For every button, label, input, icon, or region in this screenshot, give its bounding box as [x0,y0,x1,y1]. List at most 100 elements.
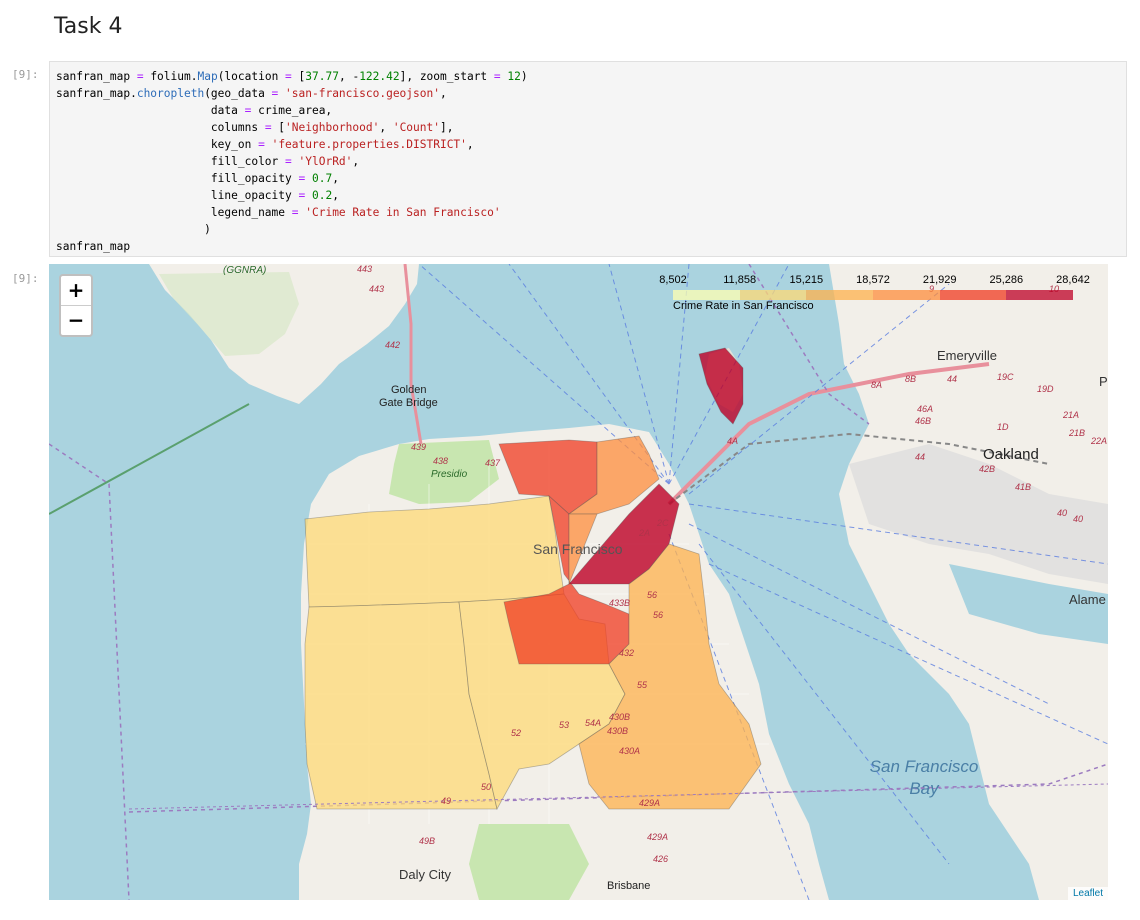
route-number-label: 19D [1037,384,1054,394]
zoom-control: + − [59,274,93,337]
leaflet-attribution[interactable]: Leaflet [1067,887,1108,900]
pi-label: Pi [1099,374,1108,389]
route-number-label: 44 [915,452,926,462]
route-number-label: 8A [871,380,883,390]
route-number-label: 55 [637,680,648,690]
south-park [469,824,589,900]
route-number-label: 438 [433,456,449,466]
route-number-label: 2C [657,518,669,528]
route-number-label: 429A [647,832,669,842]
route-number-label: 430A [619,746,641,756]
presidio-label: Presidio [431,469,468,480]
sf-bay-label-line2: Bay [909,779,939,798]
legend-swatch [673,290,740,300]
legend-tick-label: 21,929 [922,274,957,286]
code-line: sanfran_map [56,240,131,253]
legend-swatch [939,290,1007,300]
code-line: line_opacity = 0.2, [56,189,339,202]
route-number-label: 432 [619,648,635,658]
route-number-label: 429A [639,798,661,808]
folium-map[interactable]: (GGNRA) Golden Gate Bridge Presidio San … [49,264,1108,900]
legend-swatch [1006,290,1074,300]
input-prompt: [9]: [12,68,39,81]
code-line: data = crime_area, [56,104,333,117]
legend-color-bar [673,290,1074,300]
choropleth-legend: 8,502 11,858 15,215 18,572 21,929 25,286 28,64… [659,274,1090,314]
code-line: sanfran_map = folium.Map(location = [37.… [56,70,528,83]
route-number-label: 40 [1073,514,1084,524]
route-number-label: 443 [369,284,385,294]
oakland-label: Oakland [983,446,1039,463]
route-number-label: 50 [481,782,492,792]
route-number-label: 56 [653,610,664,620]
golden-gate-label-2: Gate Bridge [379,397,438,409]
code-line: fill_color = 'YlOrRd', [56,155,360,168]
route-number-label: 40 [1057,508,1068,518]
san-francisco-label: San Francisco [533,541,623,557]
route-number-label: 8B [905,374,917,384]
code-line: sanfran_map.choropleth(geo_data = 'san-f… [56,87,447,100]
district-treasure-island [698,347,744,425]
sf-bay-label: San Francisco Bay [859,756,989,800]
legend-swatch [873,290,940,300]
legend-swatch [806,290,874,300]
route-number-label: 21B [1069,428,1086,438]
route-number-label: 426 [653,854,669,864]
golden-gate-label-1: Golden [391,384,427,396]
code-line: fill_opacity = 0.7, [56,172,339,185]
route-number-label: 4A [727,436,739,446]
zoom-out-button[interactable]: − [61,305,91,335]
golden-gate-bridge [403,264,423,445]
code-line: key_on = 'feature.properties.DISTRICT', [56,138,474,151]
route-number-label: 1D [997,422,1009,432]
zoom-in-button[interactable]: + [61,276,91,305]
legend-tick-label: 18,572 [856,274,890,286]
legend-tick-label: 11,858 [723,274,757,286]
route-number-label: 442 [385,340,401,350]
page-heading: Task 4 [54,14,123,39]
route-number-label: 2A [639,528,651,538]
emeryville-label: Emeryville [937,348,997,363]
legend-title: Crime Rate in San Francisco [673,300,814,312]
legend-tick-label: 25,286 [989,274,1024,286]
route-number-label: 433B [609,598,631,608]
route-number-label: 41B [1015,482,1032,492]
route-number-label: 439 [411,442,427,452]
route-number-label: 46B [915,416,932,426]
legend-tick-label: 15,215 [789,274,824,286]
route-number-label: 21A [1063,410,1080,420]
code-line: columns = ['Neighborhood', 'Count'], [56,121,454,134]
code-editor[interactable]: sanfran_map = folium.Map(location = [37.… [56,68,528,255]
legend-tick-label: 28,642 [1056,274,1090,286]
route-number-label: 52 [511,728,522,738]
route-number-label: 46A [917,404,934,414]
code-line: ) [56,223,211,236]
route-number-label: 54A [585,718,602,728]
route-number-label: 49 [441,796,452,806]
code-cell[interactable]: sanfran_map = folium.Map(location = [37.… [49,61,1127,257]
route-number-label: 53 [559,720,570,730]
brisbane-label: Brisbane [607,880,651,892]
route-number-label: 443 [357,264,373,274]
route-number-label: 19C [997,372,1014,382]
output-prompt: [9]: [12,272,39,285]
route-number-label: 430B [609,712,631,722]
code-line: legend_name = 'Crime Rate in San Francis… [56,206,501,219]
legend-swatch [739,290,807,300]
ferry-green-line [49,403,250,515]
route-number-label: 42B [979,464,996,474]
alameda-label: Alame [1069,592,1106,607]
route-number-label: 44 [947,374,958,384]
sf-bay-label-line1: San Francisco [869,757,979,776]
legend-ticks: 8,502 11,858 15,215 18,572 21,929 25,286 28,64… [659,274,1090,288]
daly-city-label: Daly City [399,867,452,882]
choropleth-layer [304,347,762,811]
route-number-label: 49B [419,836,436,846]
route-number-label: 56 [647,590,658,600]
ggnra-label: (GGNRA) [223,265,267,276]
route-number-label: 430B [607,726,629,736]
county-boundary-west [49,443,130,900]
route-number-label: 22A [1091,436,1108,446]
legend-tick-label: 8,502 [659,274,687,286]
route-number-label: 437 [485,458,501,468]
